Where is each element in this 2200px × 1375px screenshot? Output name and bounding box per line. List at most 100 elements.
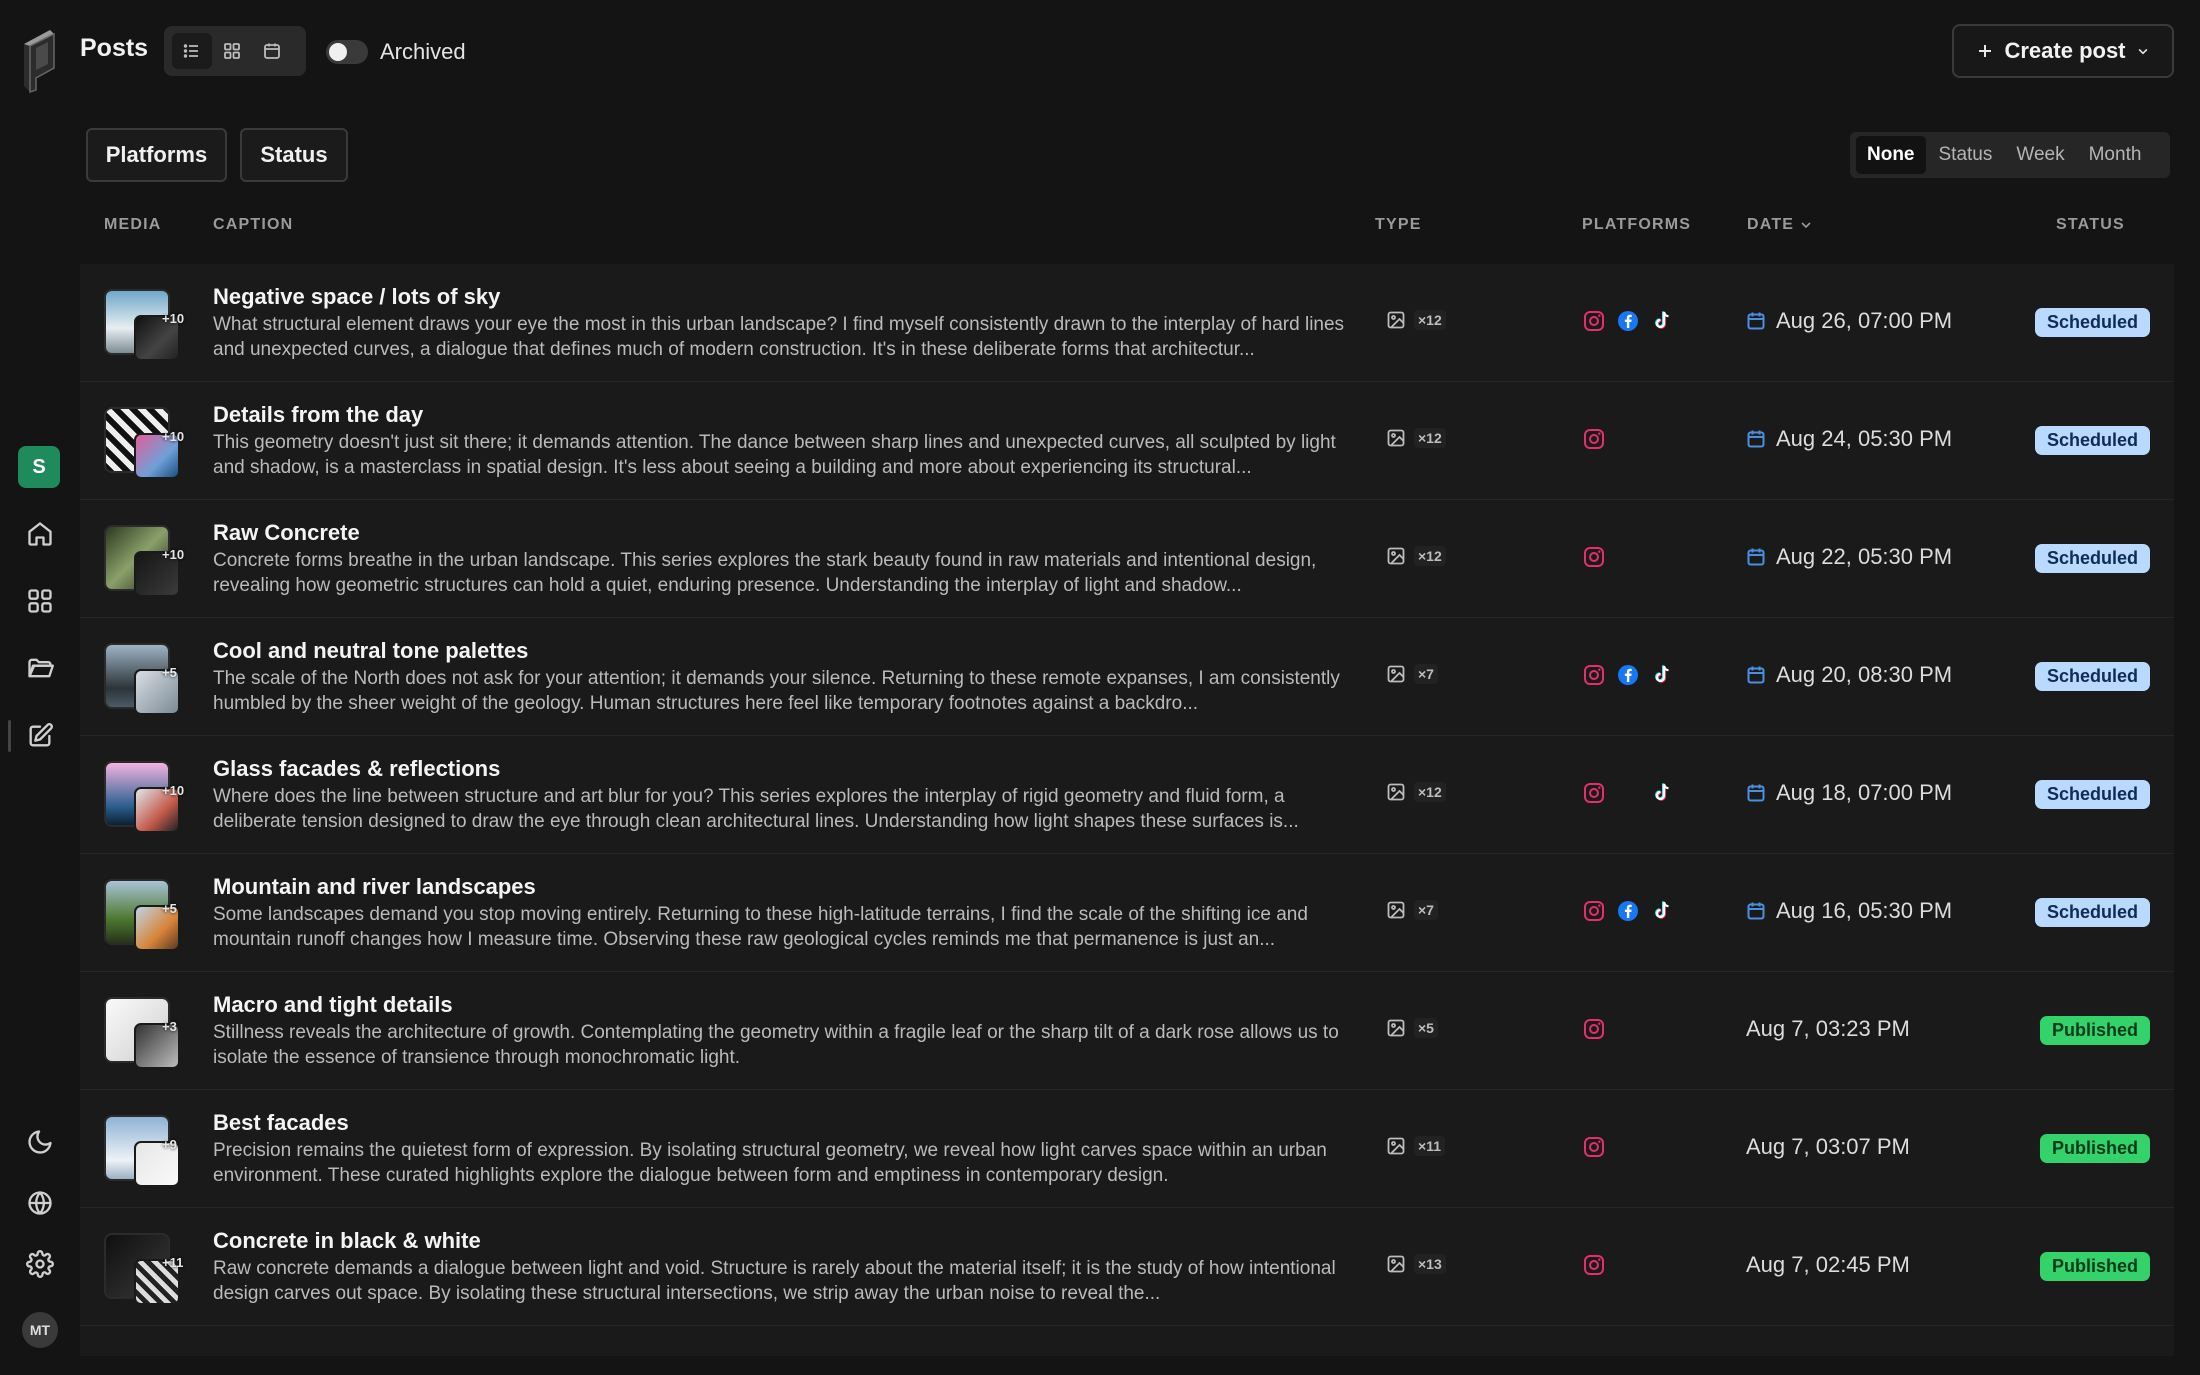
post-type: ×5 [1386, 1018, 1438, 1038]
group-by-none[interactable]: None [1856, 136, 1926, 174]
post-title[interactable]: Mountain and river landscapes [213, 874, 536, 900]
extra-media-count: +10 [162, 547, 185, 562]
column-header-platforms: PLATFORMS [1582, 216, 1692, 233]
instagram-icon [1584, 1137, 1604, 1157]
post-row[interactable]: +10 Raw Concrete Concrete forms breathe … [80, 500, 2174, 618]
media-thumbnails[interactable]: +10 [104, 761, 190, 837]
media-thumbnails[interactable]: +3 [104, 997, 190, 1073]
grid-view-button[interactable] [212, 33, 252, 69]
calendar-icon [1747, 430, 1765, 448]
image-icon [1387, 1137, 1405, 1155]
post-title[interactable]: Macro and tight details [213, 992, 453, 1018]
nav-home[interactable] [20, 514, 60, 554]
sort-chevron-icon [1801, 222, 1811, 229]
calendar-view-button[interactable] [252, 33, 292, 69]
moon-icon [28, 1130, 52, 1154]
tiktok-icon [1655, 665, 1669, 683]
column-header-caption: CAPTION [213, 216, 294, 233]
settings-button[interactable] [20, 1244, 60, 1284]
column-header-status: STATUS [2056, 216, 2125, 233]
post-caption: What structural element draws your eye t… [213, 314, 1345, 360]
app-logo[interactable] [20, 28, 62, 94]
column-header-type: TYPE [1375, 216, 1422, 233]
grid-icon [28, 589, 52, 613]
image-icon [1387, 429, 1405, 447]
post-title[interactable]: Concrete in black & white [213, 1228, 481, 1254]
status-badge: Published [2039, 1252, 2150, 1281]
post-row[interactable]: +10 Negative space / lots of sky What st… [80, 264, 2174, 382]
post-date-text: Aug 26, 07:00 PM [1776, 308, 1953, 333]
create-post-button[interactable]: Create post [1952, 24, 2174, 78]
post-title[interactable]: Cool and neutral tone palettes [213, 638, 528, 664]
create-post-label: Create post [2004, 38, 2126, 63]
post-date-text: Aug 22, 05:30 PM [1776, 544, 1953, 569]
folder-icon [28, 658, 54, 678]
user-avatar[interactable]: MT [22, 1312, 58, 1348]
media-count: ×12 [1414, 310, 1446, 330]
group-by-status[interactable]: Status [1928, 136, 2004, 174]
post-title[interactable]: Glass facades & reflections [213, 756, 500, 782]
column-header-date[interactable]: DATE [1747, 216, 1812, 234]
status-badge: Published [2039, 1016, 2150, 1045]
theme-toggle[interactable] [20, 1122, 60, 1162]
calendar-icon [1747, 312, 1765, 330]
nav-posts[interactable] [20, 716, 60, 756]
media-count: ×12 [1414, 782, 1446, 802]
media-thumbnails[interactable]: +11 [104, 1233, 190, 1309]
post-row[interactable]: +5 Cool and neutral tone palettes The sc… [80, 618, 2174, 736]
post-title[interactable]: Raw Concrete [213, 520, 360, 546]
post-date: Aug 24, 05:30 PM [1746, 426, 1952, 452]
post-row[interactable]: +10 Details from the day This geometry d… [80, 382, 2174, 500]
nav-media[interactable] [20, 648, 60, 688]
post-date: Aug 7, 03:07 PM [1746, 1134, 1910, 1160]
extra-media-count: +3 [162, 1019, 177, 1034]
media-thumbnails[interactable]: +5 [104, 879, 190, 955]
archived-toggle[interactable] [326, 40, 368, 64]
post-type: ×12 [1386, 782, 1446, 802]
post-row[interactable]: +10 Glass facades & reflections Where do… [80, 736, 2174, 854]
post-caption: This geometry doesn't just sit there; it… [213, 432, 1336, 478]
post-type: ×7 [1386, 664, 1438, 684]
post-title[interactable]: Details from the day [213, 402, 423, 428]
media-thumbnails[interactable]: +5 [104, 643, 190, 719]
post-date: Aug 20, 08:30 PM [1746, 662, 1952, 688]
media-thumbnails[interactable]: +9 [104, 1115, 190, 1191]
post-row[interactable]: +11 Concrete in black & white Raw concre… [80, 1208, 2174, 1326]
calendar-icon [1747, 902, 1765, 920]
post-type: ×12 [1386, 546, 1446, 566]
workspace-switcher[interactable]: S [18, 446, 60, 488]
calendar-icon [1747, 666, 1765, 684]
status-badge: Scheduled [2034, 780, 2150, 809]
facebook-icon [1618, 311, 1638, 331]
post-caption: Some landscapes demand you stop moving e… [213, 904, 1308, 950]
post-date-text: Aug 7, 02:45 PM [1746, 1252, 1910, 1277]
list-view-button[interactable] [172, 33, 212, 69]
post-type: ×11 [1386, 1136, 1445, 1156]
group-by-selector: None Status Week Month [1850, 132, 2170, 178]
post-row[interactable]: +3 Macro and tight details Stillness rev… [80, 972, 2174, 1090]
media-thumbnails[interactable]: +10 [104, 407, 190, 483]
status-filter-button[interactable]: Status [240, 128, 348, 182]
post-type: ×7 [1386, 900, 1438, 920]
media-thumbnails[interactable]: +10 [104, 525, 190, 601]
post-row[interactable]: +5 Mountain and river landscapes Some la… [80, 854, 2174, 972]
post-caption: Concrete forms breathe in the urban land… [213, 550, 1317, 596]
gear-icon [26, 1250, 54, 1278]
post-title[interactable]: Negative space / lots of sky [213, 284, 500, 310]
group-by-month[interactable]: Month [2078, 136, 2153, 174]
calendar-icon [1747, 784, 1765, 802]
active-indicator [8, 720, 11, 752]
language-button[interactable] [20, 1183, 60, 1223]
nav-apps[interactable] [20, 581, 60, 621]
edit-icon [29, 723, 53, 747]
platforms-filter-button[interactable]: Platforms [86, 128, 227, 182]
instagram-icon [1584, 429, 1604, 449]
media-thumbnails[interactable]: +10 [104, 289, 190, 365]
post-date: Aug 7, 02:45 PM [1746, 1252, 1910, 1278]
status-badge: Published [2039, 1134, 2150, 1163]
post-date-text: Aug 7, 03:07 PM [1746, 1134, 1910, 1159]
post-title[interactable]: Best facades [213, 1110, 349, 1136]
group-by-week[interactable]: Week [2005, 136, 2075, 174]
post-type: ×12 [1386, 310, 1446, 330]
post-row[interactable]: +9 Best facades Precision remains the qu… [80, 1090, 2174, 1208]
